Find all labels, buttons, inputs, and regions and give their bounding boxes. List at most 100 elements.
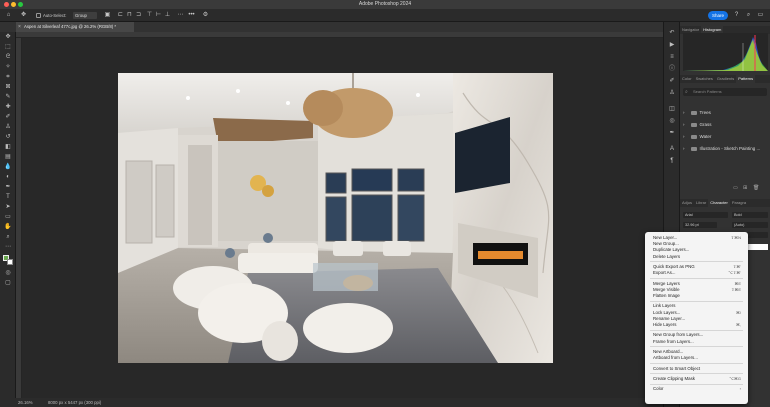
dodge-icon[interactable]: ◐	[4, 174, 12, 181]
align-bottom-icon[interactable]: ⊥	[164, 12, 171, 19]
tab-color[interactable]: Color	[680, 75, 694, 83]
quick-mask-icon[interactable]: ◎	[4, 270, 12, 277]
context-menu-item[interactable]: Flatten Image	[653, 293, 745, 299]
eyedropper-icon[interactable]: ✎	[4, 94, 12, 101]
transform-controls-icon[interactable]: ▣	[104, 12, 111, 19]
context-menu-item[interactable]: Color ›	[653, 386, 745, 392]
font-size-field[interactable]: 32.96 pt	[683, 222, 717, 228]
context-menu-item[interactable]: New Group...	[653, 241, 745, 247]
context-menu-item[interactable]: Lock Layers... ⌘/	[653, 310, 745, 316]
type-icon[interactable]: T	[4, 194, 12, 201]
delete-icon[interactable]: 🗑	[753, 185, 759, 191]
tab-adjustments[interactable]: Adjus	[680, 199, 694, 207]
move-icon[interactable]: ✥	[4, 34, 12, 41]
path-select-icon[interactable]: ➤	[4, 204, 12, 211]
context-menu-item[interactable]: Convert to Smart Object	[653, 366, 745, 372]
align-right-icon[interactable]: ⊐	[135, 12, 142, 19]
context-menu-item[interactable]: Merge Layers ⌘E	[653, 281, 745, 287]
home-icon[interactable]: ⌂	[5, 12, 12, 19]
context-menu-item[interactable]: Link Layers	[653, 303, 745, 309]
history-panel-icon[interactable]: ↶	[668, 30, 676, 37]
context-menu-item[interactable]: Merge Visible ⇧⌘E	[653, 287, 745, 293]
paths-panel-icon[interactable]: ✒	[668, 130, 676, 137]
context-menu-item[interactable]: Quick Export as PNG ⇧⌘'	[653, 264, 745, 270]
more-options-icon[interactable]: •••	[188, 12, 195, 19]
info-panel-icon[interactable]: ⓘ	[668, 66, 676, 73]
blur-icon[interactable]: 💧	[4, 164, 12, 171]
context-menu-item[interactable]: Artboard from Layers...	[653, 355, 745, 361]
pattern-search-input[interactable]: Search Patterns	[683, 88, 767, 96]
crop-icon[interactable]: ⌗	[4, 74, 12, 81]
zoom-window-icon[interactable]	[18, 2, 23, 7]
leading-field[interactable]: (Auto)	[732, 222, 768, 228]
context-menu-item[interactable]: New Layer... ⇧⌘N	[653, 235, 745, 241]
align-center-icon[interactable]: ⊓	[126, 12, 133, 19]
help-icon[interactable]: ?	[733, 12, 740, 19]
auto-select-dropdown[interactable]: Group	[73, 12, 97, 19]
hand-icon[interactable]: ✋	[4, 224, 12, 231]
zoom-level[interactable]: 26.16%	[18, 398, 33, 407]
align-top-icon[interactable]: ⊤	[146, 12, 153, 19]
close-tab-icon[interactable]: ×	[18, 22, 21, 32]
distribute-icon[interactable]: ⋯	[177, 12, 184, 19]
clone-source-panel-icon[interactable]: ♙	[668, 90, 676, 97]
paragraph-styles-icon[interactable]: ¶	[668, 158, 676, 165]
healing-icon[interactable]: ✚	[4, 104, 12, 111]
move-tool-icon[interactable]: ✥	[20, 12, 27, 19]
document-tab[interactable]: Aspen at Silverleaf 477c.jpg @ 26.2% (RG…	[16, 22, 134, 32]
context-menu-item[interactable]: Hide Layers ⌘,	[653, 322, 745, 328]
tab-paragraph[interactable]: Paragra	[730, 199, 748, 207]
channels-panel-icon[interactable]: ◎	[668, 118, 676, 125]
font-style-select[interactable]: Bold	[732, 212, 768, 218]
auto-select-checkbox[interactable]	[36, 13, 41, 18]
workspace-icon[interactable]: ▭	[757, 12, 764, 19]
tab-libraries[interactable]: Librar	[694, 199, 708, 207]
new-pattern-icon[interactable]: ⊞	[743, 185, 747, 191]
pattern-folder-water[interactable]: › Water	[683, 133, 769, 141]
context-menu-item[interactable]: New Artboard...	[653, 349, 745, 355]
actions-panel-icon[interactable]: ▶	[668, 42, 676, 49]
align-left-icon[interactable]: ⊏	[117, 12, 124, 19]
more-tools-icon[interactable]: ⋯	[4, 244, 12, 251]
pattern-folder-trees[interactable]: › Trees	[683, 109, 769, 117]
properties-panel-icon[interactable]: ≡	[668, 54, 676, 61]
brushes-panel-icon[interactable]: ✐	[668, 78, 676, 85]
layers-panel-icon[interactable]: ◫	[668, 106, 676, 113]
pattern-folder-grass[interactable]: › Grass	[683, 121, 769, 129]
align-middle-icon[interactable]: ⊢	[155, 12, 162, 19]
shape-icon[interactable]: ▭	[4, 214, 12, 221]
marquee-icon[interactable]: ⬚	[4, 44, 12, 51]
settings-gear-icon[interactable]: ⚙	[202, 12, 209, 19]
magic-wand-icon[interactable]: ✧	[4, 64, 12, 71]
search-icon[interactable]: ⌕	[745, 12, 752, 19]
tab-patterns[interactable]: Patterns	[736, 75, 756, 83]
gradient-icon[interactable]: ▤	[4, 154, 12, 161]
share-button[interactable]: Share	[708, 11, 728, 20]
eraser-icon[interactable]: ◧	[4, 144, 12, 151]
context-menu-item[interactable]: Frame from Layers...	[653, 339, 745, 345]
screen-mode-icon[interactable]: ▢	[4, 280, 12, 287]
close-window-icon[interactable]	[4, 2, 9, 7]
document-image[interactable]	[118, 73, 553, 363]
pen-icon[interactable]: ✒	[4, 184, 12, 191]
context-menu-item[interactable]: Export As... ⌥⇧⌘'	[653, 270, 745, 276]
new-folder-icon[interactable]: ▭	[733, 185, 738, 191]
stamp-icon[interactable]: ♙	[4, 124, 12, 131]
minimize-window-icon[interactable]	[11, 2, 16, 7]
pattern-folder-illustration[interactable]: › Illustration - Sketch Painting ...	[683, 145, 769, 153]
context-menu-item[interactable]: Create Clipping Mask ⌥⌘G	[653, 376, 745, 382]
frame-icon[interactable]: ⊠	[4, 84, 12, 91]
lasso-icon[interactable]: ᘓ	[4, 54, 12, 61]
zoom-icon[interactable]: ⌕	[4, 234, 12, 241]
tab-gradients[interactable]: Gradients	[715, 75, 736, 83]
tab-character[interactable]: Character	[708, 199, 730, 207]
tab-swatches[interactable]: Swatches	[694, 75, 715, 83]
context-menu-item[interactable]: New Group from Layers...	[653, 332, 745, 338]
context-menu-item[interactable]: Rename Layer...	[653, 316, 745, 322]
glyphs-panel-icon[interactable]: A	[668, 146, 676, 153]
brush-icon[interactable]: ✐	[4, 114, 12, 121]
context-menu-item[interactable]: Delete Layers	[653, 254, 745, 260]
background-color-swatch[interactable]	[7, 259, 13, 265]
font-family-select[interactable]: Arial	[683, 212, 728, 218]
history-brush-icon[interactable]: ↺	[4, 134, 12, 141]
